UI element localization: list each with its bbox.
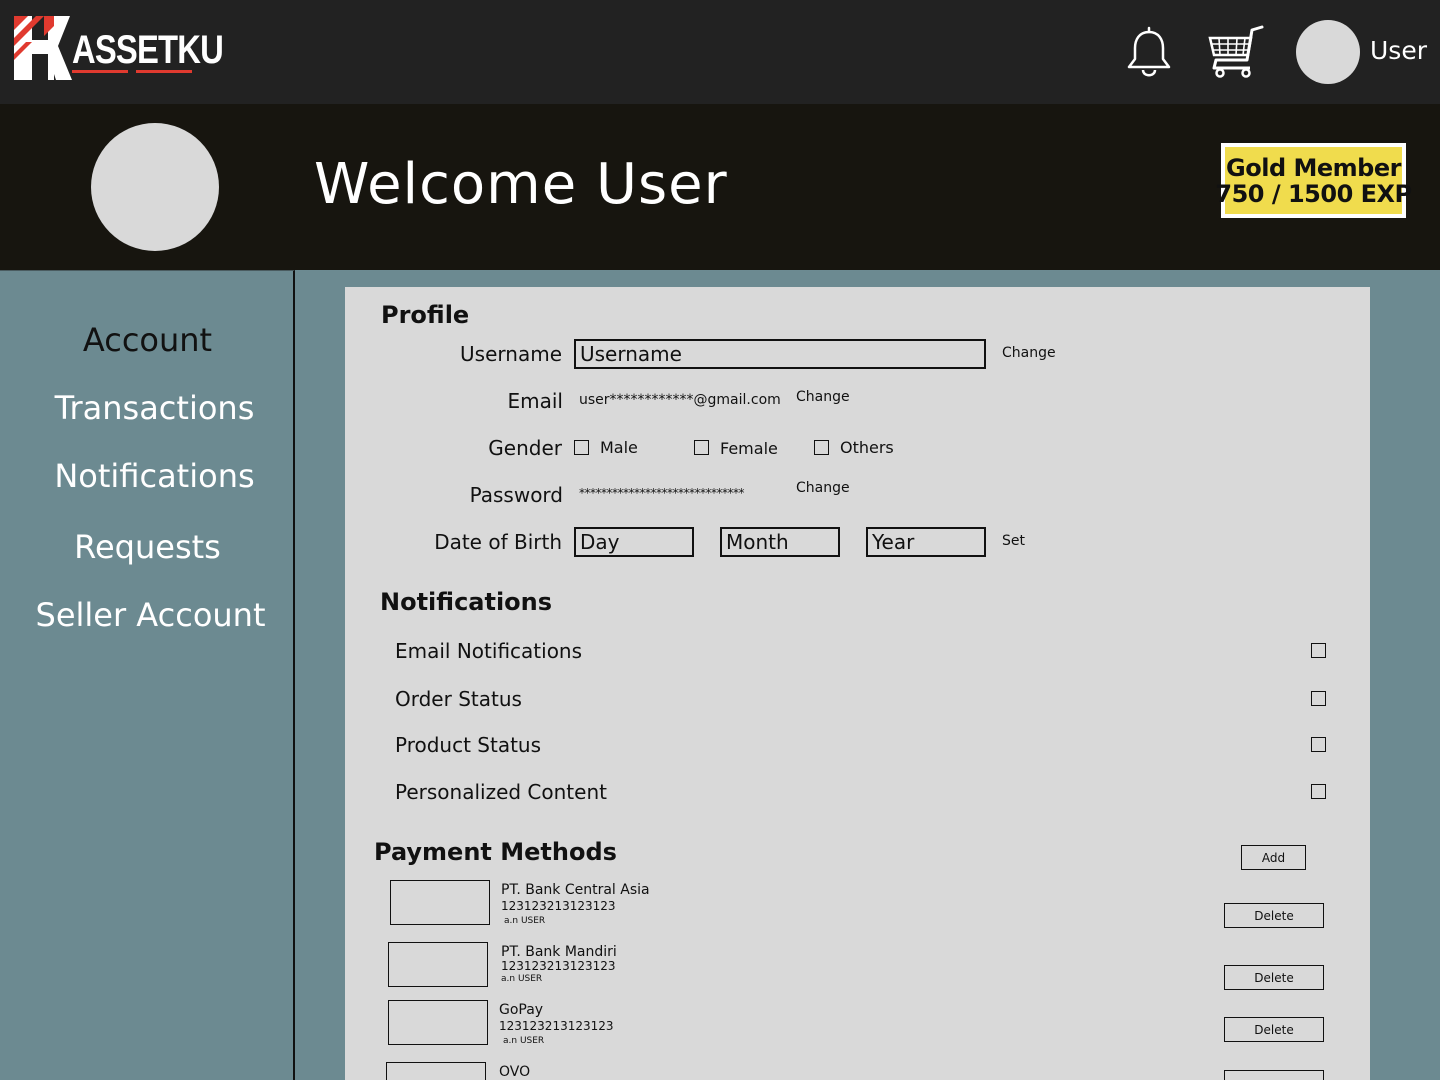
username-change-link[interactable]: Change [1002,344,1056,362]
payment-logo [390,880,490,925]
shopping-cart-icon [1208,25,1264,78]
dob-set-link[interactable]: Set [1002,532,1025,550]
payment-holder: a.n USER [504,916,546,926]
payment-logo [386,1062,486,1080]
payment-name: PT. Bank Mandiri [501,944,617,960]
payment-number: 123123213123123 [501,959,616,973]
sidebar-item-requests[interactable]: Requests [0,527,295,567]
gender-male-label: Male [600,438,638,457]
payment-name: GoPay [499,1002,544,1018]
payment-logo [388,942,488,987]
email-notifications-checkbox[interactable] [1311,643,1326,658]
delete-payment-button[interactable]: Delete [1224,1017,1324,1042]
password-label: Password [469,483,563,507]
shopping-cart-button[interactable] [1206,24,1264,78]
order-status-checkbox[interactable] [1311,691,1326,706]
dob-day-input[interactable] [574,527,694,557]
payment-name: OVO [499,1064,531,1080]
logo-mark-icon [14,16,72,80]
user-menu-label[interactable]: User [1370,34,1427,68]
gender-male-checkbox[interactable] [574,440,589,455]
email-value: user************@gmail.com [579,392,781,408]
payment-name: PT. Bank Central Asia [501,882,650,898]
order-status-label: Order Status [395,687,522,711]
delete-payment-button[interactable]: Delete [1224,965,1324,990]
product-status-checkbox[interactable] [1311,737,1326,752]
sidebar-item-account[interactable]: Account [0,320,295,360]
payment-section-title: Payment Methods [374,838,617,866]
dob-label: Date of Birth [434,530,562,554]
personalized-content-label: Personalized Content [395,780,607,804]
payment-holder: a.n USER [501,974,543,984]
password-value: ****************************** [579,486,745,500]
payment-logo [388,1000,488,1045]
logo-underline [136,70,192,73]
gender-label: Gender [488,436,562,460]
notifications-section-title: Notifications [380,588,553,616]
dob-year-input[interactable] [866,527,986,557]
bell-icon [1127,26,1171,77]
email-notifications-label: Email Notifications [395,639,583,663]
gender-female-checkbox[interactable] [694,440,709,455]
username-input[interactable] [574,339,986,369]
add-payment-button[interactable]: Add [1241,845,1306,870]
payment-number: 123123213123123 [501,899,616,913]
gender-others-label: Others [840,438,894,457]
sidebar-item-transactions[interactable]: Transactions [7,388,302,428]
sidebar-item-seller-account[interactable]: Seller Account [3,595,298,635]
email-change-link[interactable]: Change [796,388,850,406]
profile-avatar[interactable] [91,123,219,251]
logo-underline [72,70,128,73]
personalized-content-checkbox[interactable] [1311,784,1326,799]
top-bar: ASSETKU User [0,0,1440,104]
membership-badge: Gold Member 750 / 1500 EXP [1215,143,1412,218]
profile-section-title: Profile [381,301,470,329]
username-label: Username [460,342,562,366]
email-label: Email [507,389,564,413]
user-avatar[interactable] [1296,20,1360,84]
payment-number: 123123213123123 [499,1019,614,1033]
membership-tier: Gold Member [1226,153,1401,182]
welcome-title: Welcome User [314,152,728,217]
brand-logo[interactable]: ASSETKU [14,16,224,80]
gender-female-label: Female [720,439,778,458]
membership-badge-inner: Gold Member 750 / 1500 EXP [1215,147,1412,214]
delete-payment-button[interactable]: Delete [1224,903,1324,928]
sidebar: Account Transactions Notifications Reque… [0,270,295,1080]
payment-holder: a.n USER [503,1036,545,1046]
password-change-link[interactable]: Change [796,479,850,497]
sidebar-item-notifications[interactable]: Notifications [7,456,302,496]
dob-month-input[interactable] [720,527,840,557]
settings-panel: Profile Username Change Email user******… [345,287,1370,1080]
delete-payment-button-partial[interactable] [1224,1070,1324,1080]
gender-others-checkbox[interactable] [814,440,829,455]
logo-text: ASSETKU [72,28,224,72]
notification-bell-button[interactable] [1124,24,1174,80]
welcome-banner: Welcome User Gold Member 750 / 1500 EXP [0,104,1440,270]
membership-exp: 750 / 1500 EXP [1215,179,1412,208]
product-status-label: Product Status [395,733,542,757]
